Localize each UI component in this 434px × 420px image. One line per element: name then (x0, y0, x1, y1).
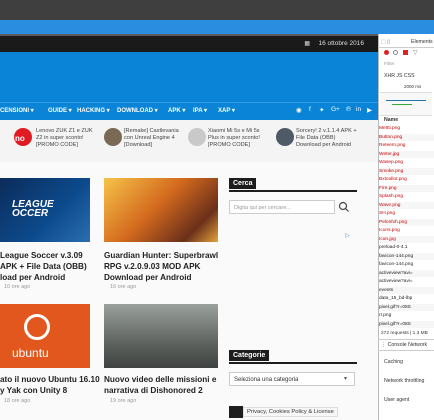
devtools-request-row[interactable]: pixel.gif?r=08S (379, 320, 434, 328)
devtools-request-row[interactable]: Bxtoollot.png (379, 176, 434, 183)
ticker-thumb-2[interactable] (104, 128, 122, 146)
ticker-item-1[interactable]: Lenovo ZUK Z1 e ZUK Z2 in super sconto! … (36, 128, 98, 149)
current-date: 16 ottobre 2016 (318, 40, 364, 47)
rss-icon[interactable]: ◉ (296, 106, 302, 114)
devtools-tab-elements[interactable]: Elements (411, 39, 433, 45)
ticker-thumb-4[interactable] (276, 128, 294, 146)
search-widget-underline (229, 190, 357, 192)
card-meta-3: 18 ore ago (4, 398, 31, 404)
card-title-1[interactable]: League Soccer v.3.09 APK + File Data (OB… (0, 250, 96, 283)
devtools-request-row[interactable]: preload-0-4.1 (379, 244, 434, 251)
twitter-icon[interactable]: ✦ (319, 106, 324, 114)
browser-window-titlebar (0, 0, 434, 20)
devtools-drawer-tabs[interactable]: ⋮ Console Network (381, 342, 427, 348)
devtools-request-row[interactable]: favicon-144.png (379, 261, 434, 268)
ubuntu-logo-icon (24, 314, 50, 340)
devtools-throttling-label: Network throttling (384, 378, 425, 384)
linkedin-icon[interactable]: in (356, 106, 361, 113)
devtools-request-row[interactable]: rr.png (379, 312, 434, 319)
ticker-item-2[interactable]: [Remake] Castlevania con Unreal Engine 4… (124, 128, 184, 149)
devtools-request-row[interactable]: favicon-144.png (379, 252, 434, 260)
nav-ipa[interactable]: IPA ▾ (193, 107, 207, 114)
ticker-thumb-3[interactable] (188, 128, 206, 146)
browser-tab-strip (0, 20, 434, 34)
devtools-request-row[interactable]: Splash.png (379, 193, 434, 200)
search-icon (338, 201, 349, 212)
nav-recensioni[interactable]: CENSIONI ▾ (0, 107, 34, 114)
ticker-thumb-text: no (15, 134, 25, 143)
devtools-divider-3 (378, 350, 434, 351)
categories-widget-underline (229, 362, 357, 364)
devtools-user-agent-label: User agent (384, 397, 410, 403)
search-input[interactable]: Digita qui per cercare... (229, 200, 335, 214)
devtools-request-row[interactable]: Icons.png (379, 227, 434, 234)
devtools-request-row[interactable]: Wasep.png (379, 159, 434, 166)
devtools-timeline-label: 2000 ms (404, 84, 422, 89)
pinterest-icon[interactable]: ℗ (346, 106, 351, 113)
chevron-down-icon: ▾ (344, 376, 348, 382)
record-icon[interactable] (384, 50, 389, 55)
google-plus-icon[interactable]: G+ (331, 106, 340, 113)
card-image-3-text: ubuntu (12, 346, 49, 360)
devtools-caching-label: Caching (384, 359, 404, 365)
search-widget-title: Cerca (229, 178, 257, 189)
devtools-divider-2 (378, 339, 434, 340)
camera-icon[interactable] (403, 50, 408, 55)
card-image-4[interactable] (104, 304, 218, 368)
devtools-request-row[interactable]: Weter.jpg (379, 150, 434, 158)
filter-icon[interactable]: ▽ (413, 49, 418, 56)
devtools-inspect-icon[interactable]: ⬚ ▯ (381, 39, 390, 45)
card-meta-2: 16 ore ago (110, 284, 137, 290)
nav-download[interactable]: DOWNLOAD ▾ (117, 107, 158, 114)
youtube-icon[interactable]: ▶ (367, 106, 372, 114)
card-image-2[interactable] (104, 178, 218, 242)
card-title-2[interactable]: Guardian Hunter: Superbrawl RPG v.2.0.9.… (104, 250, 224, 283)
card-meta-1: 10 ore ago (4, 284, 31, 290)
widget-title-partial (229, 406, 243, 418)
search-button[interactable] (337, 200, 351, 214)
devtools-request-row[interactable]: events (379, 286, 434, 294)
devtools-request-row[interactable]: Reteern.png (379, 142, 434, 149)
devtools-request-row[interactable]: data_15_bd-lbp (379, 295, 434, 302)
card-meta-4: 19 ore ago (110, 398, 137, 404)
devtools-request-row[interactable]: Icon.jpg (379, 235, 434, 243)
card-title-4[interactable]: Nuovo video delle missioni e narrativa d… (104, 374, 224, 396)
timeline-bar (386, 100, 426, 101)
devtools-request-row[interactable]: Button.png (379, 133, 434, 141)
ticker-item-3[interactable]: Xiaomi Mi 5s e Mi 5s Plus in super scont… (208, 128, 270, 149)
calendar-icon: ▦ (304, 41, 310, 47)
devtools-request-row[interactable]: pixel.gif?r=08S (379, 303, 434, 311)
devtools-request-row[interactable]: activeview?avi= (379, 269, 434, 277)
devtools-filter-input[interactable]: Filter (384, 62, 395, 67)
devtools-request-row[interactable]: SH.png (379, 210, 434, 217)
devtools-summary: 272 requests | 1.3 MB (381, 331, 428, 336)
categories-widget-title: Categorie (229, 350, 270, 361)
card-title-3[interactable]: ato il nuovo Ubuntu 16.10 y Yak con Unit… (0, 374, 100, 396)
devtools-request-row[interactable]: Mettti.png (379, 125, 434, 132)
devtools-type-filters[interactable]: XHR JS CSS (384, 73, 415, 79)
devtools-request-row[interactable]: Smoke.png (379, 167, 434, 175)
devtools-divider (378, 47, 434, 48)
ticker-item-4[interactable]: Sorcery! 2 v.1.1.4 APK + File Data (OBB)… (296, 128, 358, 149)
devtools-request-row[interactable]: Wave.png (379, 201, 434, 209)
category-select[interactable]: Seleziona una categoria (229, 372, 355, 386)
facebook-icon[interactable]: f (309, 106, 311, 113)
nav-guide[interactable]: GUIDE ▾ (48, 107, 72, 114)
devtools-request-row[interactable]: activeview?avi= (379, 278, 434, 285)
card-image-1-text: LEAGUE OCCER (12, 199, 54, 219)
clear-icon[interactable] (393, 50, 398, 55)
devtools-request-row[interactable]: Pelonfxh.png (379, 218, 434, 226)
site-header-banner (0, 52, 378, 102)
adchoices-icon[interactable]: ▷ (345, 232, 350, 239)
nav-hacking[interactable]: HACKING ▾ (77, 107, 110, 114)
nav-apk[interactable]: APK ▾ (168, 107, 185, 114)
devtools-column-name[interactable]: Name (384, 117, 398, 123)
timeline-bar-2 (392, 104, 412, 105)
devtools-request-row[interactable]: Fire.png (379, 184, 434, 192)
nav-xap[interactable]: XAP ▾ (218, 107, 235, 114)
privacy-policy-link[interactable]: Privacy, Cookies Policy & License (243, 407, 338, 417)
